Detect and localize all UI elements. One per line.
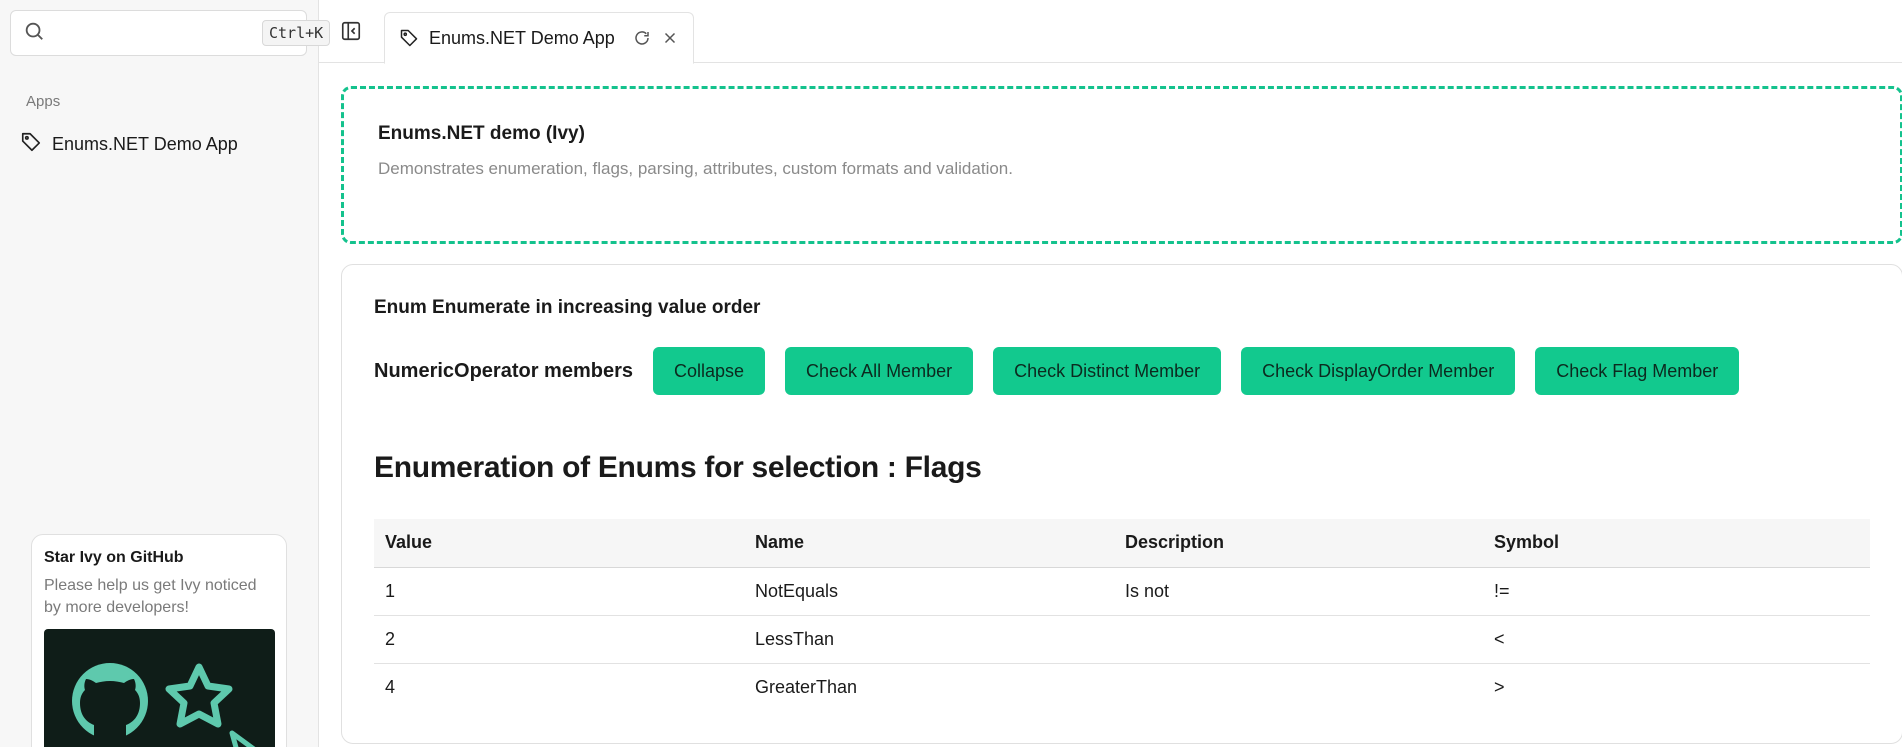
sidebar-item-enums-demo[interactable]: Enums.NET Demo App <box>20 131 238 158</box>
sidebar: Ctrl+K Apps Enums.NET Demo App Star Ivy … <box>0 0 331 747</box>
refresh-icon[interactable] <box>633 29 651 47</box>
github-promo-card[interactable]: Star Ivy on GitHub Please help us get Iv… <box>31 534 287 747</box>
cell-symbol: != <box>1483 567 1870 616</box>
column-header-name: Name <box>744 519 1114 568</box>
enumeration-heading: Enumeration of Enums for selection : Fla… <box>374 451 982 484</box>
intro-card: Enums.NET demo (Ivy) Demonstrates enumer… <box>341 86 1902 244</box>
cell-value: 1 <box>374 567 744 616</box>
check-distinct-member-button[interactable]: Check Distinct Member <box>993 347 1222 395</box>
tab-enums-demo[interactable]: Enums.NET Demo App <box>384 12 694 64</box>
search-input[interactable] <box>55 24 262 42</box>
cell-description: Is not <box>1114 567 1483 616</box>
promo-text: Please help us get Ivy noticed by more d… <box>44 577 257 616</box>
tag-icon <box>20 131 52 158</box>
cell-name: NotEquals <box>744 567 1114 616</box>
star-icon <box>165 663 233 728</box>
section-label-apps: Apps <box>26 93 61 110</box>
sidebar-item-label: Enums.NET Demo App <box>52 134 238 154</box>
table-row: 4 GreaterThan > <box>374 663 1870 711</box>
tab-bar: Enums.NET Demo App <box>319 0 1902 64</box>
column-header-value: Value <box>374 519 744 568</box>
enum-table: Value Name Description Symbol 1 NotEqual… <box>374 519 1870 711</box>
cell-symbol: < <box>1483 615 1870 664</box>
cell-value: 2 <box>374 615 744 664</box>
column-header-symbol: Symbol <box>1483 519 1870 568</box>
panel-subheading: Enum Enumerate in increasing value order <box>374 297 761 318</box>
collapse-button[interactable]: Collapse <box>652 347 766 395</box>
promo-image <box>44 629 275 747</box>
close-icon[interactable] <box>661 29 679 47</box>
sidebar-toggle-icon[interactable] <box>340 20 362 42</box>
column-header-description: Description <box>1114 519 1483 568</box>
intro-title: Enums.NET demo (Ivy) <box>378 123 585 144</box>
members-label: NumericOperator members <box>374 359 633 382</box>
main-area: Enums.NET Demo App Enums.NET demo (Ivy) … <box>319 0 1902 747</box>
promo-title: Star Ivy on GitHub <box>44 549 184 566</box>
search-box[interactable]: Ctrl+K <box>10 10 331 56</box>
intro-description: Demonstrates enumeration, flags, parsing… <box>378 159 1013 178</box>
enum-panel: Enum Enumerate in increasing value order… <box>341 264 1902 744</box>
table-header-row: Value Name Description Symbol <box>374 519 1870 568</box>
cell-description <box>1114 615 1483 664</box>
members-row: NumericOperator members Collapse Check A… <box>374 347 1870 395</box>
cell-value: 4 <box>385 676 396 697</box>
table-row: 1 NotEquals Is not != <box>374 567 1870 616</box>
github-icon <box>72 663 148 741</box>
cell-name: GreaterThan <box>755 676 858 697</box>
cell-symbol: > <box>1494 676 1505 697</box>
check-flag-member-button[interactable]: Check Flag Member <box>1535 347 1740 395</box>
table-row: 2 LessThan < <box>374 615 1870 664</box>
content: Enums.NET demo (Ivy) Demonstrates enumer… <box>341 86 1902 744</box>
tab-label: Enums.NET Demo App <box>429 27 615 48</box>
check-all-member-button[interactable]: Check All Member <box>785 347 974 395</box>
search-icon <box>23 20 45 47</box>
cell-description <box>1114 663 1483 711</box>
check-displayorder-member-button[interactable]: Check DisplayOrder Member <box>1241 347 1516 395</box>
cell-name: LessThan <box>744 615 1114 664</box>
app-root: Ctrl+K Apps Enums.NET Demo App Star Ivy … <box>0 0 1902 747</box>
tag-icon <box>400 29 418 47</box>
cursor-icon <box>229 730 256 747</box>
